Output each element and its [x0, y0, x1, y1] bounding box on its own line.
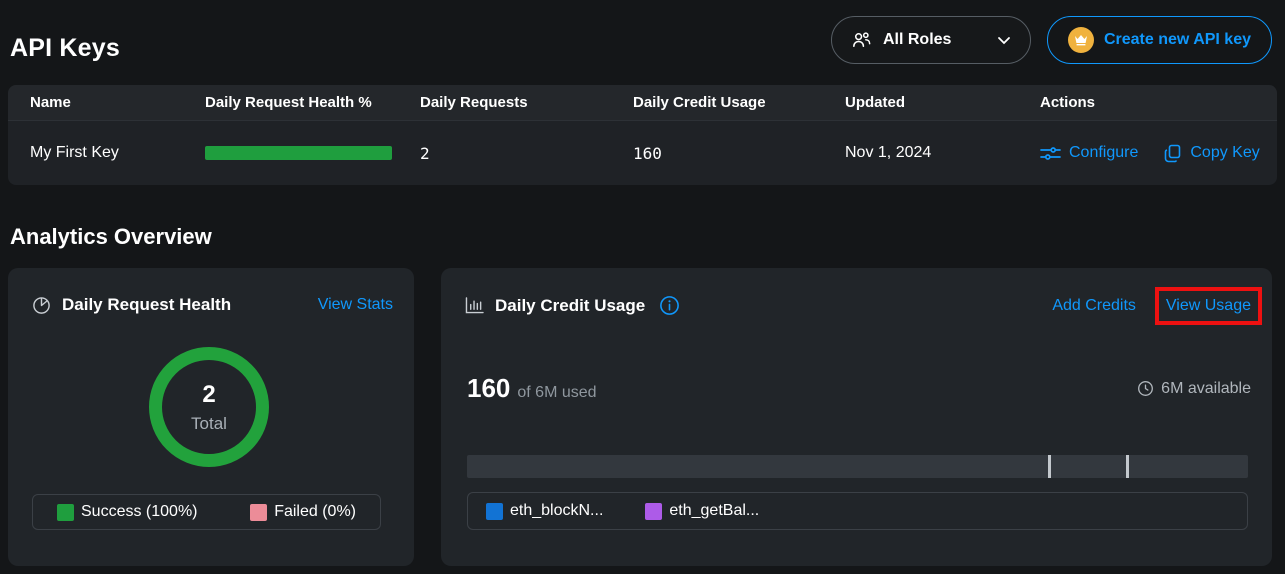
- progress-tick: [1048, 455, 1051, 478]
- credits-used-value: 160: [467, 373, 510, 404]
- copy-icon: [1164, 144, 1182, 163]
- updated-value: Nov 1, 2024: [845, 144, 1040, 162]
- donut-total-value: 2: [202, 381, 215, 409]
- donut-total-label: Total: [191, 414, 227, 434]
- create-api-key-button[interactable]: Create new API key: [1047, 16, 1272, 64]
- copy-key-label: Copy Key: [1190, 144, 1259, 162]
- credit-usage-legend: eth_blockN... eth_getBal...: [467, 492, 1248, 530]
- credits-available: 6M available: [1137, 380, 1251, 398]
- pie-chart-icon: [32, 296, 51, 315]
- success-label: Success (100%): [81, 503, 198, 521]
- view-stats-link[interactable]: View Stats: [318, 296, 393, 314]
- roles-filter-dropdown[interactable]: All Roles: [831, 16, 1031, 64]
- clock-icon: [1137, 380, 1154, 397]
- view-usage-link[interactable]: View Usage: [1166, 297, 1251, 314]
- create-api-key-label: Create new API key: [1104, 31, 1251, 49]
- col-credit-usage: Daily Credit Usage: [633, 94, 845, 111]
- request-health-donut-chart: 2 Total: [149, 347, 269, 467]
- configure-link[interactable]: Configure: [1040, 144, 1138, 162]
- health-bar-track: [205, 146, 392, 160]
- col-daily-requests: Daily Requests: [420, 94, 633, 111]
- eth-blocknumber-swatch: [486, 503, 503, 520]
- failed-swatch: [250, 504, 267, 521]
- info-icon[interactable]: [659, 295, 680, 316]
- eth-blocknumber-label: eth_blockN...: [510, 502, 603, 520]
- failed-label: Failed (0%): [274, 503, 356, 521]
- sliders-icon: [1040, 145, 1061, 162]
- api-keys-dashboard: API Keys All Roles Create new API key Na…: [0, 0, 1285, 574]
- copy-key-link[interactable]: Copy Key: [1164, 144, 1259, 163]
- request-health-card-title: Daily Request Health: [62, 295, 231, 315]
- roles-people-icon: [850, 29, 873, 52]
- credit-usage-progress-bar: [467, 455, 1248, 478]
- analytics-overview-title: Analytics Overview: [10, 224, 212, 250]
- credit-usage-card-header: Daily Credit Usage Add Credits View Usag…: [465, 295, 1251, 316]
- key-name: My First Key: [30, 144, 205, 162]
- legend-item-success: Success (100%): [57, 503, 198, 521]
- health-bar-fill: [205, 146, 392, 160]
- daily-credit-usage-card: Daily Credit Usage Add Credits View Usag…: [441, 268, 1272, 566]
- progress-tick: [1126, 455, 1129, 478]
- col-actions: Actions: [1040, 94, 1277, 111]
- col-name: Name: [30, 94, 205, 111]
- roles-filter-label: All Roles: [883, 31, 951, 49]
- credits-available-label: 6M available: [1161, 380, 1251, 398]
- col-health: Daily Request Health %: [205, 94, 420, 111]
- daily-credit-usage-value: 160: [633, 144, 845, 163]
- legend-item-failed: Failed (0%): [250, 503, 356, 521]
- chevron-down-icon: [996, 32, 1012, 48]
- legend-item-eth-blocknumber: eth_blockN...: [486, 502, 603, 520]
- credits-used-suffix: of 6M used: [517, 384, 596, 402]
- success-swatch: [57, 504, 74, 521]
- configure-label: Configure: [1069, 144, 1138, 162]
- legend-item-eth-getbalance: eth_getBal...: [645, 502, 759, 520]
- top-controls: All Roles Create new API key: [831, 16, 1272, 64]
- request-health-card-header: Daily Request Health View Stats: [32, 295, 393, 315]
- request-health-legend: Success (100%) Failed (0%): [32, 494, 381, 530]
- daily-request-health-card: Daily Request Health View Stats 2 Total …: [8, 268, 414, 566]
- eth-getbalance-swatch: [645, 503, 662, 520]
- actions-cell: Configure Copy Key: [1040, 144, 1277, 163]
- bar-chart-icon: [465, 297, 484, 314]
- col-updated: Updated: [845, 94, 1040, 111]
- crown-icon: [1068, 27, 1094, 53]
- page-title: API Keys: [10, 34, 120, 63]
- daily-requests-value: 2: [420, 144, 633, 163]
- table-row: My First Key 2 160 Nov 1, 2024 Conf: [8, 121, 1277, 185]
- table-header-row: Name Daily Request Health % Daily Reques…: [8, 85, 1277, 121]
- credit-usage-card-title: Daily Credit Usage: [495, 296, 645, 316]
- api-keys-table: Name Daily Request Health % Daily Reques…: [8, 85, 1277, 185]
- usage-summary-line: 160 of 6M used 6M available: [467, 373, 1251, 404]
- eth-getbalance-label: eth_getBal...: [669, 502, 759, 520]
- health-bar-cell: [205, 146, 420, 160]
- add-credits-link[interactable]: Add Credits: [1052, 297, 1136, 315]
